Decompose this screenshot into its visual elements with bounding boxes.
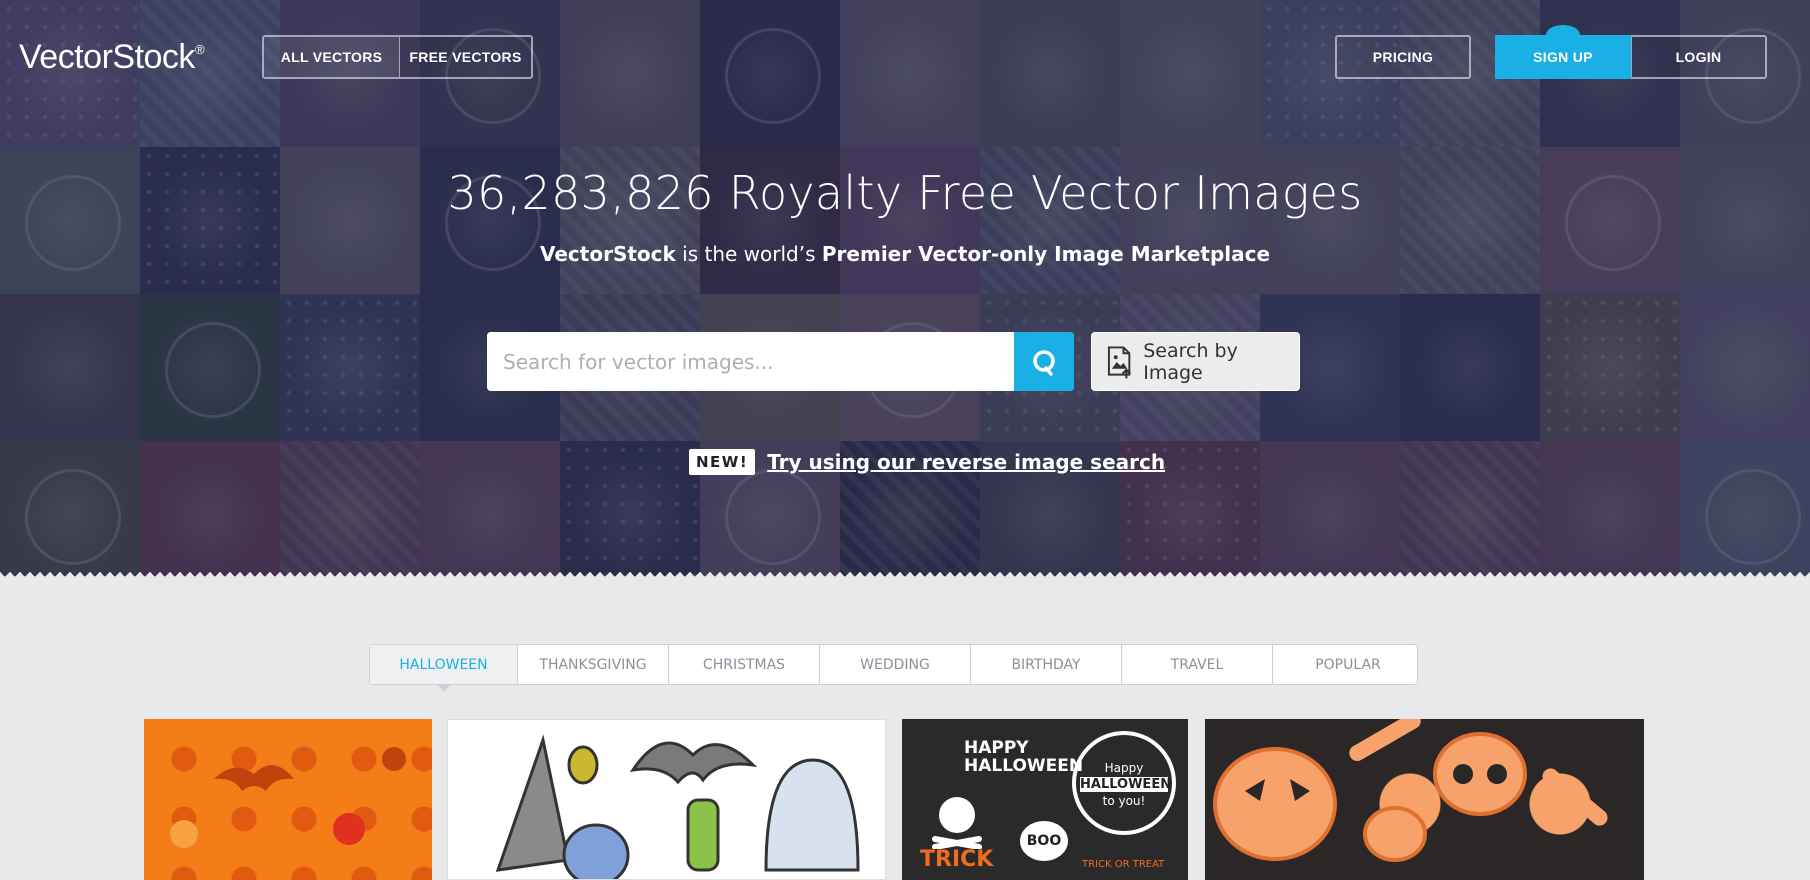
search-input[interactable] (487, 332, 1014, 391)
hero-overlay (0, 0, 1810, 580)
image-upload-icon (1107, 345, 1132, 379)
gallery-thumbnail-halloween-pattern[interactable] (144, 719, 432, 880)
gallery-thumbnail-skull-pattern[interactable] (1205, 719, 1644, 880)
reverse-image-search-link[interactable]: Try using our reverse image search (767, 450, 1165, 474)
reverse-search-promo: NEW! Try using our reverse image search (689, 449, 1165, 475)
trick-or-treat-text: TRICK OR TREAT (1082, 859, 1165, 870)
new-badge: NEW! (689, 449, 756, 475)
tab-popular[interactable]: POPULAR (1272, 645, 1423, 684)
pricing-group: PRICING (1335, 35, 1471, 79)
free-vectors-button[interactable]: FREE VECTORS (399, 37, 531, 77)
bat-pattern-illustration (170, 747, 406, 848)
gallery-thumbnail-happy-halloween-badges[interactable]: HAPPY HALLOWEEN TRICK BOO Happy HALLOWEE… (902, 719, 1188, 880)
trick-text: TRICK (920, 847, 994, 872)
logo-registered-mark: ® (194, 42, 205, 57)
login-button[interactable]: LOGIN (1631, 37, 1765, 77)
tab-christmas[interactable]: CHRISTMAS (668, 645, 819, 684)
all-vectors-button[interactable]: ALL VECTORS (264, 37, 399, 77)
subheadline-middle: is the world’s (675, 242, 822, 266)
tab-travel[interactable]: TRAVEL (1121, 645, 1272, 684)
hero-banner (0, 0, 1810, 580)
badge-halloween-text: HALLOWEEN (1080, 777, 1172, 792)
search-bar (487, 332, 1074, 391)
vector-type-toggle: ALL VECTORS FREE VECTORS (262, 35, 533, 79)
tab-wedding[interactable]: WEDDING (819, 645, 970, 684)
tab-halloween[interactable]: HALLOWEEN (370, 645, 517, 692)
skull-crossbones-icon (932, 797, 982, 849)
pricing-button[interactable]: PRICING (1337, 37, 1469, 77)
hero-headline: 36,283,826 Royalty Free Vector Images (447, 166, 1363, 220)
sign-up-label: SIGN UP (1533, 49, 1593, 65)
sign-up-button[interactable]: SIGN UP (1495, 25, 1631, 79)
logo-light-text: Vector (19, 38, 113, 76)
tab-thanksgiving[interactable]: THANKSGIVING (517, 645, 668, 684)
hero-subheadline: VectorStock is the world’s Premier Vecto… (0, 242, 1810, 266)
halloween-characters-illustration (495, 734, 860, 879)
logo-bold-text: Stock (112, 38, 195, 76)
category-tabs: HALLOWEEN THANKSGIVING CHRISTMAS WEDDING… (369, 644, 1418, 692)
tab-birthday[interactable]: BIRTHDAY (970, 645, 1121, 684)
badge-to-you-text: to you! (1102, 794, 1146, 808)
gallery-thumbnail-halloween-characters[interactable] (447, 719, 886, 880)
subheadline-brand: VectorStock (539, 242, 676, 266)
search-by-image-label: Search by Image (1143, 339, 1238, 384)
skull-pattern-illustration (1213, 719, 1608, 862)
search-by-image-button[interactable]: Search by Image (1091, 332, 1300, 391)
badge-happy-text: Happy (1104, 761, 1144, 775)
sign-up-badge-shape (1546, 25, 1580, 45)
search-button[interactable] (1014, 332, 1074, 391)
boo-text: BOO (1020, 821, 1068, 861)
happy-halloween-text: HAPPY HALLOWEEN (964, 738, 1084, 776)
subheadline-bold: Premier Vector-only Image Marketplace (821, 242, 1271, 266)
halloween-round-badge: Happy HALLOWEEN to you! (1072, 731, 1176, 835)
account-group: SIGN UP LOGIN (1495, 25, 1767, 79)
hero-zigzag-edge (0, 572, 1810, 580)
search-icon (1033, 349, 1055, 376)
vectorstock-logo[interactable]: VectorStock® (19, 38, 205, 77)
